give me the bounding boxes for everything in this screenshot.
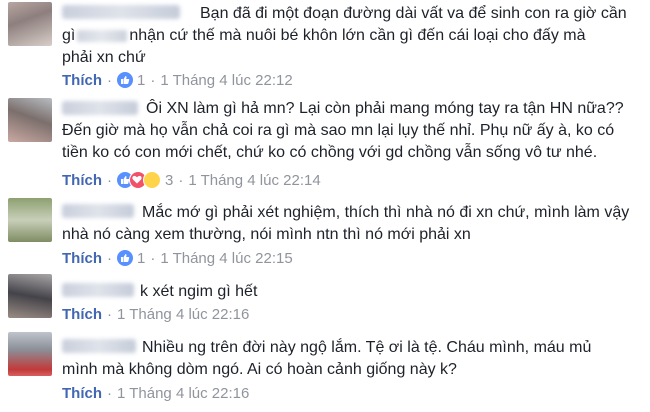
comment-line: Mắc mớ gì phải xét nghiệm, thích thì nhà… (142, 204, 630, 221)
author-name-redacted[interactable] (62, 339, 136, 353)
comment-text: nhà nó càng xem thường, nói mình ntn thì… (62, 224, 471, 246)
comment-line: gì (62, 27, 76, 44)
comment-line: phải xn chứ (62, 49, 146, 66)
comment-line: tiền ko có con mới chết, chứ ko có chồng… (62, 144, 598, 161)
comment-text: Ôi XN làm gì hả mn? Lại còn phải mang mó… (146, 98, 624, 120)
like-reaction-icon[interactable] (117, 72, 133, 88)
comment-line: Ôi XN làm gì hả mn? Lại còn phải mang mó… (146, 100, 624, 117)
avatar[interactable] (8, 274, 52, 318)
comment-line: nhận cứ thế mà nuôi bé khôn lớn cần gì đ… (129, 27, 586, 44)
comment-line: k xét ngim gì hết (140, 283, 258, 300)
avatar[interactable] (8, 98, 52, 142)
comment-text: Nhiều ng trên đời này ngộ lắm. Tệ ơi là … (142, 337, 591, 359)
like-reaction-icon[interactable] (117, 250, 133, 266)
comment-line: Đến giờ mà họ vẫn chả coi ra gì mà sao m… (62, 122, 615, 139)
avatar[interactable] (8, 332, 52, 376)
comment-text: gì nhận cứ thế mà nuôi bé khôn lớn cần gì… (62, 25, 586, 69)
comment-line: Bạn đã đi một đoạn đường dài vất va để s… (200, 5, 627, 22)
comment-text: Đến giờ mà họ vẫn chả coi ra gì mà sao m… (62, 120, 614, 164)
author-name-redacted[interactable] (62, 5, 180, 19)
comment-text: k xét ngim gì hết (140, 281, 257, 303)
like-button[interactable]: Thích (62, 250, 102, 267)
like-button[interactable]: Thích (62, 306, 102, 323)
like-button[interactable]: Thích (62, 172, 102, 189)
comment-timestamp[interactable]: 1 Tháng 4 lúc 22:16 (117, 385, 249, 402)
comment-timestamp[interactable]: 1 Tháng 4 lúc 22:15 (160, 250, 292, 267)
comment-line: mình mà không dòm ngó. Ai có hoàn cảnh g… (62, 361, 457, 378)
avatar[interactable] (8, 2, 52, 46)
reaction-count[interactable]: 1 (137, 250, 145, 267)
avatar[interactable] (8, 198, 52, 242)
comment-meta: Thích · 1 · 1 Tháng 4 lúc 22:15 (62, 249, 293, 267)
comment-timestamp[interactable]: 1 Tháng 4 lúc 22:12 (160, 72, 292, 89)
comment-text: Mắc mớ gì phải xét nghiệm, thích thì nhà… (142, 202, 629, 224)
comment-timestamp[interactable]: 1 Tháng 4 lúc 22:14 (188, 172, 320, 189)
comment-timestamp[interactable]: 1 Tháng 4 lúc 22:16 (117, 306, 249, 323)
redacted-text (77, 29, 128, 42)
comment-line: nhà nó càng xem thường, nói mình ntn thì… (62, 226, 471, 243)
like-button[interactable]: Thích (62, 385, 102, 402)
author-name-redacted[interactable] (62, 283, 134, 297)
comment-meta: Thích · 1 · 1 Tháng 4 lúc 22:12 (62, 71, 293, 89)
reaction-count[interactable]: 1 (137, 72, 145, 89)
comment-meta: Thích · 3 · 1 Tháng 4 lúc 22:14 (62, 171, 321, 189)
author-name-redacted[interactable] (62, 101, 138, 115)
comment-meta: Thích · 1 Tháng 4 lúc 22:16 (62, 305, 250, 323)
haha-reaction-icon[interactable] (143, 171, 161, 189)
comment-meta: Thích · 1 Tháng 4 lúc 22:16 (62, 384, 250, 402)
author-name-redacted[interactable] (62, 204, 134, 218)
comment-text: Bạn đã đi một đoạn đường dài vất va để s… (200, 3, 627, 25)
comment-line: Nhiều ng trên đời này ngộ lắm. Tệ ơi là … (142, 339, 592, 356)
like-button[interactable]: Thích (62, 72, 102, 89)
reaction-count[interactable]: 3 (165, 172, 173, 189)
comment-text: mình mà không dòm ngó. Ai có hoàn cảnh g… (62, 359, 457, 381)
